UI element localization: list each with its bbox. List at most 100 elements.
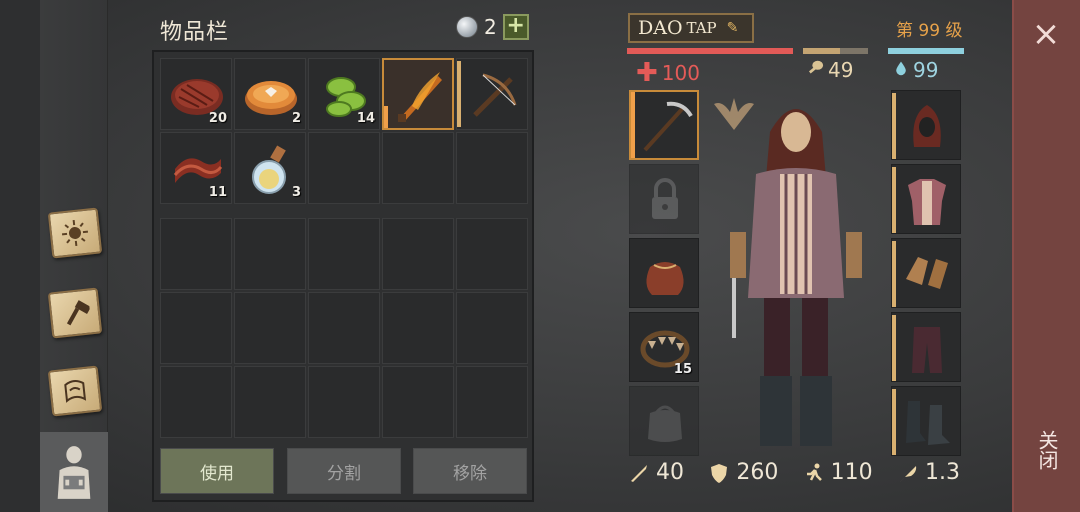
inventory-slot-empty[interactable] (160, 218, 232, 290)
gloves-icon (906, 257, 948, 289)
inventory-slot-empty[interactable] (234, 218, 306, 290)
water-bar (888, 48, 964, 54)
durability-bar (892, 93, 896, 159)
lock-icon (652, 178, 678, 219)
player-name-suffix: TAP (686, 19, 717, 37)
pickaxe-icon (643, 101, 693, 152)
defense-value: 260 (736, 460, 779, 485)
inventory-slot-empty[interactable] (160, 366, 232, 438)
water-drop-icon (893, 58, 909, 82)
bag-icon (648, 405, 682, 442)
attack-stat: 40 (628, 460, 684, 485)
boots-icon (906, 401, 950, 445)
tab-character[interactable] (40, 432, 108, 512)
food-stat: 49 (806, 58, 853, 82)
health-value: 100 (661, 61, 700, 85)
hood-icon (913, 105, 941, 147)
inventory-slot-empty[interactable] (382, 292, 454, 364)
left-rail (0, 0, 40, 512)
inventory-slot[interactable]: 3 (234, 132, 306, 204)
speed-stat: 110 (803, 460, 873, 485)
item-count: 3 (291, 185, 301, 200)
inventory-slot[interactable]: 14 (308, 58, 380, 130)
item-count: 14 (356, 111, 375, 126)
inventory-slot[interactable]: 2 (234, 58, 306, 130)
player-name: DAO (638, 17, 683, 39)
water-value: 99 (913, 58, 939, 82)
inventory-slot-empty[interactable] (160, 292, 232, 364)
equip-slot-chest[interactable] (891, 164, 961, 234)
durability-bar (892, 241, 896, 307)
flaming-sword-icon (398, 72, 442, 122)
inventory-slot-empty[interactable] (456, 366, 528, 438)
player-name-button[interactable]: DAO TAP ✎ (628, 13, 754, 43)
inventory-slot-empty[interactable] (308, 218, 380, 290)
food-bar-empty (840, 48, 868, 54)
remove-button[interactable]: 移除 (413, 448, 527, 494)
health-cross-icon: ✚ (636, 58, 658, 88)
inventory-slot-selected[interactable] (382, 58, 454, 130)
weight-value: 1.3 (924, 460, 960, 485)
durability-bar (892, 315, 896, 381)
inventory-slot-empty[interactable] (382, 132, 454, 204)
inventory-slot-empty[interactable] (456, 218, 528, 290)
inventory-slot-empty[interactable] (234, 366, 306, 438)
inventory-slot-empty[interactable] (456, 132, 528, 204)
inventory-slot[interactable] (456, 58, 528, 130)
character-stats: 40 260 110 1.3 (628, 460, 960, 485)
inventory-slot[interactable]: 11 (160, 132, 232, 204)
inventory-slot-empty[interactable] (308, 292, 380, 364)
equip-slot-feet[interactable] (891, 386, 961, 456)
tab-quests[interactable] (46, 362, 104, 420)
health-stat: ✚ 100 (636, 58, 700, 88)
equip-slot-hands[interactable] (891, 238, 961, 308)
equip-slot-head[interactable] (891, 90, 961, 160)
weight-stat: 1.3 (897, 460, 960, 485)
inventory-slot-empty[interactable] (382, 218, 454, 290)
shield-icon (711, 463, 728, 483)
attack-value: 40 (656, 460, 684, 485)
equip-slot-locked[interactable] (629, 164, 699, 234)
gem-icon (456, 16, 478, 38)
item-count: 2 (291, 111, 301, 126)
inventory-slot[interactable]: 20 (160, 58, 232, 130)
currency-display: 2 + (456, 14, 529, 40)
tab-crafting[interactable] (46, 284, 104, 342)
equip-slot-trap[interactable]: 15 (629, 312, 699, 382)
pouch-icon (646, 262, 684, 295)
tunic-icon (908, 179, 946, 225)
inventory-slot-empty[interactable] (308, 132, 380, 204)
health-bar (627, 48, 793, 54)
item-count: 11 (208, 185, 227, 200)
use-button[interactable]: 使用 (160, 448, 274, 494)
water-stat: 99 (893, 58, 938, 82)
tab-daily-journal[interactable] (46, 204, 104, 262)
inventory-slot-empty[interactable] (456, 292, 528, 364)
character-model (726, 92, 866, 454)
speed-value: 110 (830, 460, 873, 485)
inventory-title: 物品栏 (160, 20, 230, 45)
inventory-slot-empty[interactable] (308, 366, 380, 438)
character-backpack-icon (57, 446, 91, 499)
durability-bar (384, 106, 388, 128)
hammer-icon (47, 287, 103, 339)
equip-slot-bag[interactable] (629, 386, 699, 456)
running-icon (806, 463, 822, 481)
durability-bar (631, 92, 635, 158)
close-icon[interactable]: × (1026, 14, 1066, 54)
player-level: 第 99 级 (896, 21, 963, 41)
equip-slot-legs[interactable] (891, 312, 961, 382)
inventory-slot-empty[interactable] (234, 292, 306, 364)
inventory-slot-empty[interactable] (382, 366, 454, 438)
equip-slot-pouch[interactable] (629, 238, 699, 308)
split-button[interactable]: 分割 (287, 448, 401, 494)
close-button-label[interactable]: 关闭 (1030, 430, 1062, 470)
sword-icon (631, 464, 647, 482)
drumstick-icon (806, 58, 824, 82)
add-currency-button[interactable]: + (502, 14, 529, 40)
scroll-icon (47, 365, 103, 417)
crossbow-icon (473, 73, 517, 117)
feather-weight-icon (899, 465, 917, 482)
item-count: 15 (673, 362, 692, 377)
equip-slot-weapon[interactable] (629, 90, 699, 160)
